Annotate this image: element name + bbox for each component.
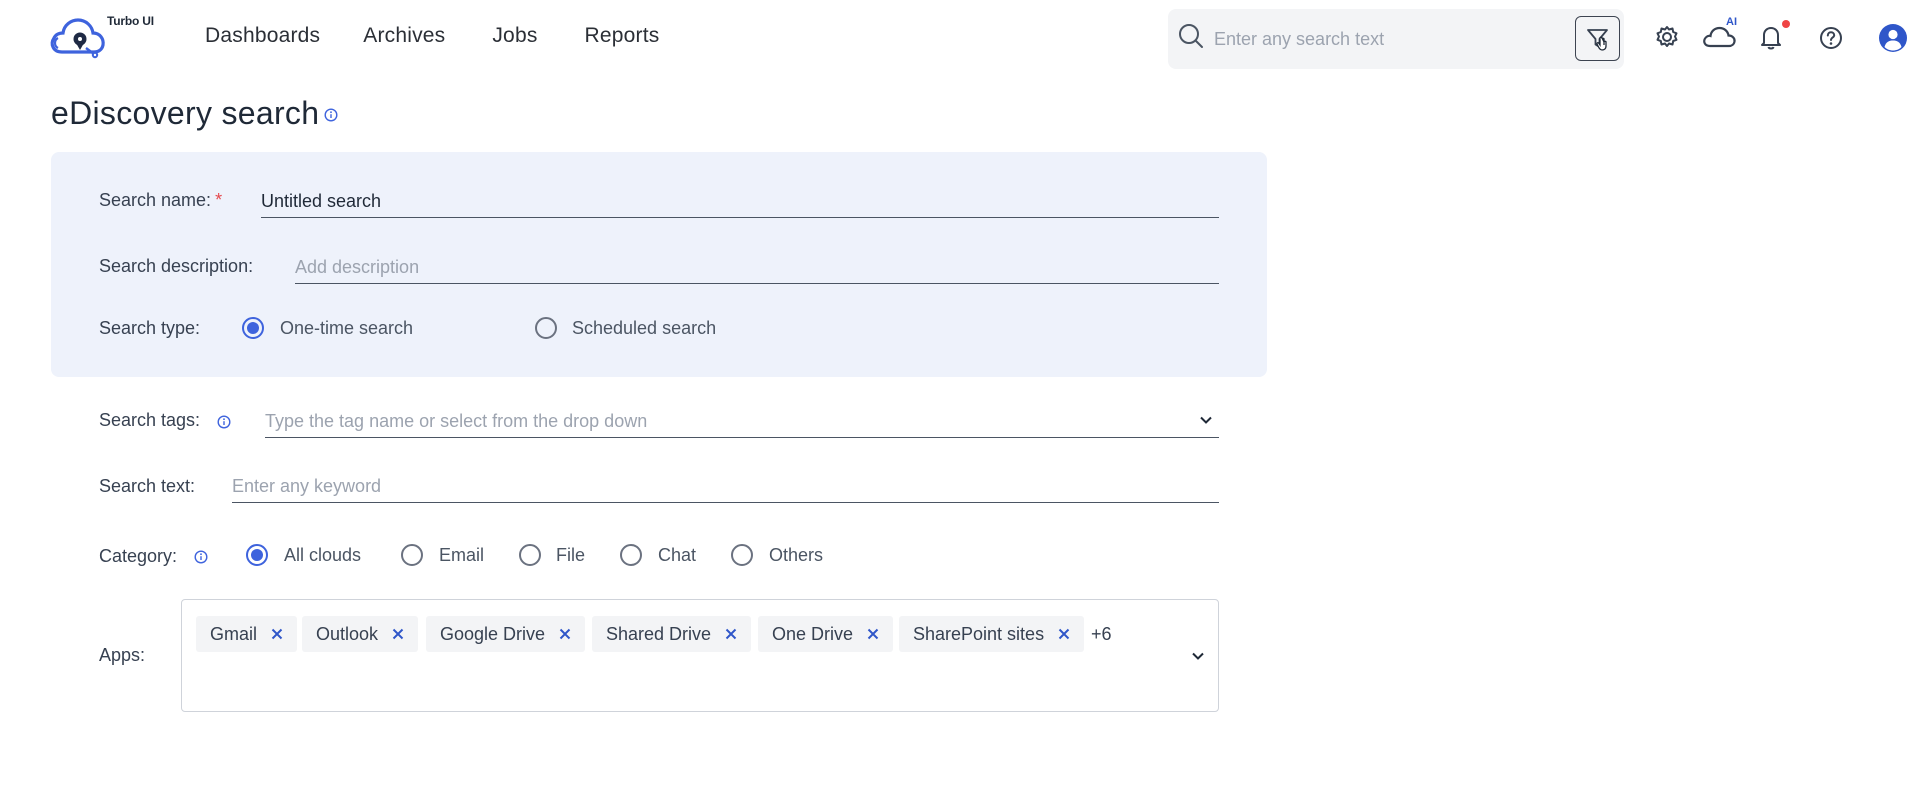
radio-email[interactable]: [401, 544, 423, 566]
app-chip-sharepoint-sites: SharePoint sites: [899, 616, 1085, 652]
others-label: Others: [769, 545, 824, 565]
apps-multiselect[interactable]: Gmail Outlook Google Drive Shared Drive …: [181, 599, 1219, 712]
search-icon: [1179, 24, 1203, 48]
main-nav: Dashboards Archives Jobs Reports: [205, 24, 702, 48]
required-marker: *: [215, 190, 223, 210]
app-chip-one-drive: One Drive: [758, 616, 894, 652]
chip-label: Gmail: [210, 623, 258, 644]
search-name-field: [261, 188, 1219, 218]
app-chip-shared-drive: Shared Drive: [592, 616, 752, 652]
chat-label: Chat: [658, 545, 697, 565]
apps-label: Apps:: [99, 645, 146, 665]
radio-others[interactable]: [731, 544, 753, 566]
file-label: File: [556, 545, 586, 565]
info-icon[interactable]: [324, 108, 338, 122]
one-time-search-label: One-time search: [280, 318, 414, 338]
logo-text: Turbo UI: [107, 14, 154, 28]
cloud-logo-icon: [50, 18, 105, 59]
chip-label: SharePoint sites: [913, 623, 1045, 644]
chip-label: One Drive: [772, 623, 854, 644]
search-name-input[interactable]: [261, 188, 1219, 214]
category-label: Category:: [99, 546, 178, 566]
search-description-label: Search description:: [99, 256, 254, 276]
radio-chat[interactable]: [620, 544, 642, 566]
search-tags-input[interactable]: [265, 408, 1165, 434]
radio-file[interactable]: [519, 544, 541, 566]
chevron-down-icon[interactable]: [1190, 650, 1206, 662]
search-tags-field: [265, 408, 1219, 438]
email-label: Email: [439, 545, 485, 565]
search-tags-info-icon[interactable]: [217, 415, 231, 429]
search-name-label: Search name: *: [99, 190, 223, 210]
filter-icon: [1587, 29, 1608, 51]
close-icon[interactable]: [392, 628, 404, 640]
search-description-field: [295, 254, 1219, 284]
app-chip-outlook: Outlook: [302, 616, 419, 652]
more-apps-count[interactable]: +6: [1091, 624, 1112, 645]
nav-archives[interactable]: Archives: [363, 24, 445, 48]
app-logo[interactable]: Turbo UI: [48, 12, 163, 62]
search-text-label: Search text:: [99, 476, 196, 496]
all-clouds-label: All clouds: [284, 545, 362, 565]
radio-scheduled-search[interactable]: [535, 317, 557, 339]
global-search: [1168, 9, 1624, 69]
chip-label: Google Drive: [440, 623, 546, 644]
search-type-label: Search type:: [99, 318, 201, 338]
close-icon[interactable]: [559, 628, 571, 640]
close-icon[interactable]: [1058, 628, 1070, 640]
search-description-input[interactable]: [295, 254, 1219, 280]
close-icon[interactable]: [867, 628, 879, 640]
app-chip-gmail: Gmail: [196, 616, 298, 652]
radio-all-clouds[interactable]: [246, 544, 268, 566]
chip-label: Shared Drive: [606, 623, 712, 644]
nav-jobs[interactable]: Jobs: [492, 24, 537, 48]
notification-dot: [1782, 20, 1790, 28]
nav-dashboards[interactable]: Dashboards: [205, 24, 320, 48]
global-search-input[interactable]: [1214, 27, 1534, 51]
radio-one-time-search[interactable]: [242, 317, 264, 339]
top-header: Turbo UI Dashboards Archives Jobs Report…: [0, 0, 1918, 78]
app-chip-google-drive: Google Drive: [426, 616, 586, 652]
filter-button[interactable]: [1575, 16, 1620, 61]
scheduled-search-label: Scheduled search: [572, 318, 717, 338]
page-title: eDiscovery search: [51, 95, 320, 131]
close-icon[interactable]: [271, 628, 283, 640]
search-text-field: [232, 473, 1219, 503]
close-icon[interactable]: [725, 628, 737, 640]
ai-badge: AI: [1726, 16, 1737, 28]
chevron-down-icon[interactable]: [1198, 414, 1214, 426]
settings-icon[interactable]: [1650, 20, 1684, 54]
nav-reports[interactable]: Reports: [585, 24, 660, 48]
search-tags-label: Search tags:: [99, 410, 201, 430]
chip-label: Outlook: [316, 623, 379, 644]
category-info-icon[interactable]: [194, 550, 208, 564]
user-avatar-icon[interactable]: [1876, 20, 1910, 54]
help-icon[interactable]: [1814, 20, 1848, 54]
search-text-input[interactable]: [232, 473, 1219, 499]
